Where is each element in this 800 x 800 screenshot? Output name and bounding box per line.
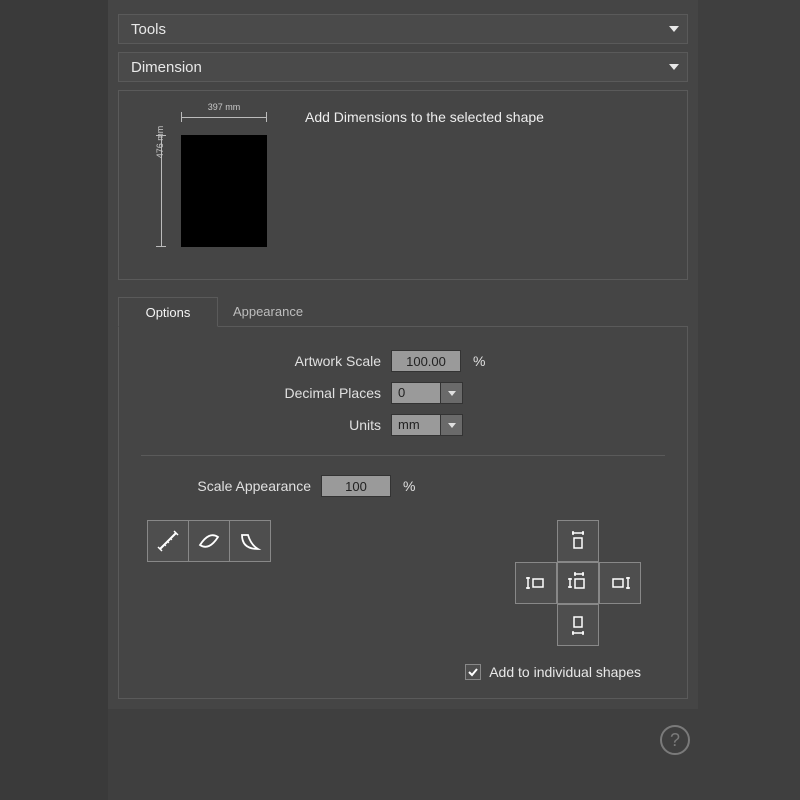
dimension-section-header[interactable]: Dimension <box>118 52 688 82</box>
tab-appearance[interactable]: Appearance <box>218 296 318 326</box>
help-button[interactable]: ? <box>660 725 690 755</box>
arc-icon <box>236 527 264 555</box>
tabs: Options Appearance <box>118 296 688 327</box>
artwork-scale-label: Artwork Scale <box>141 353 381 369</box>
dimension-placement-grid <box>515 520 641 646</box>
check-icon <box>467 666 479 678</box>
chevron-down-icon <box>669 26 679 32</box>
dimension-type-group <box>147 520 271 562</box>
placement-right-icon <box>607 570 633 596</box>
leaf-icon <box>195 527 223 555</box>
decimal-places-label: Decimal Places <box>141 385 381 401</box>
placement-bottom-button[interactable] <box>557 604 599 646</box>
units-dropdown-button[interactable] <box>441 414 463 436</box>
chevron-down-icon <box>669 64 679 70</box>
scale-appearance-input[interactable] <box>321 475 391 497</box>
dimension-preview-diagram: 397 mm 476 mm <box>141 105 281 265</box>
placement-center-icon <box>565 570 591 596</box>
add-individual-shapes-checkbox[interactable] <box>465 664 481 680</box>
leaf-dimension-button[interactable] <box>188 520 230 562</box>
preview-height-label: 476 mm <box>155 86 169 198</box>
linear-dimension-icon <box>154 527 182 555</box>
placement-top-button[interactable] <box>557 520 599 562</box>
placement-center-button[interactable] <box>557 562 599 604</box>
placement-left-icon <box>523 570 549 596</box>
units-value: mm <box>391 414 441 436</box>
decimal-places-select[interactable]: 0 <box>391 382 463 404</box>
placement-right-button[interactable] <box>599 562 641 604</box>
hint-box: 397 mm 476 mm Add Dimensions to the sele… <box>118 90 688 280</box>
dimension-section-title: Dimension <box>131 59 202 76</box>
chevron-down-icon <box>448 423 456 428</box>
scale-appearance-label: Scale Appearance <box>141 478 311 494</box>
options-panel: Artwork Scale % Decimal Places 0 Units m… <box>118 327 688 699</box>
scale-appearance-suffix: % <box>401 478 415 494</box>
placement-bottom-icon <box>565 612 591 638</box>
chevron-down-icon <box>448 391 456 396</box>
preview-width-label: 397 mm <box>181 102 267 112</box>
decimal-places-value: 0 <box>391 382 441 404</box>
tools-section-title: Tools <box>131 21 166 38</box>
tools-section-header[interactable]: Tools <box>118 14 688 44</box>
hint-text: Add Dimensions to the selected shape <box>305 105 544 125</box>
tab-options[interactable]: Options <box>118 297 218 327</box>
artwork-scale-suffix: % <box>471 353 485 369</box>
arc-dimension-button[interactable] <box>229 520 271 562</box>
placement-left-button[interactable] <box>515 562 557 604</box>
divider <box>141 455 665 456</box>
linear-dimension-button[interactable] <box>147 520 189 562</box>
artwork-scale-input[interactable] <box>391 350 461 372</box>
placement-top-icon <box>565 528 591 554</box>
add-individual-shapes-label: Add to individual shapes <box>489 664 641 680</box>
units-select[interactable]: mm <box>391 414 463 436</box>
units-label: Units <box>141 417 381 433</box>
decimal-places-dropdown-button[interactable] <box>441 382 463 404</box>
